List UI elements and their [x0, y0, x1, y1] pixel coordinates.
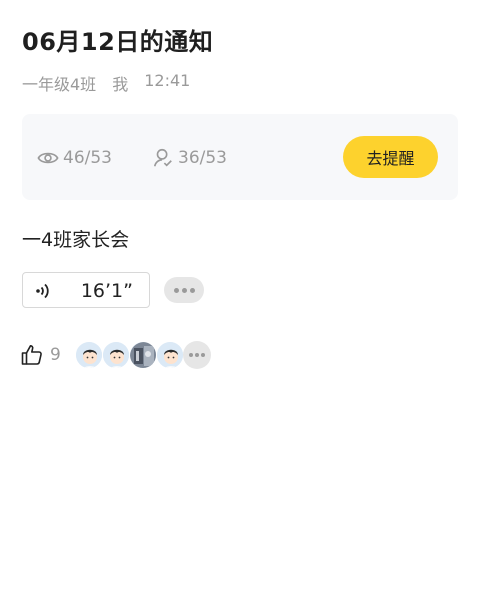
like-count: 9	[50, 345, 61, 365]
notice-meta: 一年级4班 我 12:41	[22, 71, 190, 95]
boy-avatar-icon	[101, 341, 130, 369]
notice-content: 一4班家长会	[22, 229, 130, 251]
liker-avatars[interactable]	[74, 341, 211, 369]
viewed-stat[interactable]: 46/53	[37, 147, 112, 169]
ellipsis-dot	[188, 353, 193, 357]
notice-title: 06月12日的通知	[22, 28, 214, 56]
ellipsis-dot	[181, 287, 187, 293]
sender-name: 我	[112, 75, 129, 94]
confirmed-stat[interactable]: 36/53	[152, 147, 227, 169]
ellipsis-dot	[200, 353, 205, 357]
photo-avatar-icon	[128, 341, 157, 369]
remind-button[interactable]: 去提醒	[343, 136, 438, 178]
post-time: 12:41	[144, 71, 191, 90]
voice-wave-icon	[36, 283, 49, 299]
class-name: 一年级4班	[22, 75, 97, 94]
thumbs-up-icon[interactable]	[20, 343, 44, 367]
user-check-icon	[153, 148, 172, 167]
confirmed-count: 36/53	[178, 148, 227, 168]
voice-duration: 16’1”	[80, 280, 133, 302]
eye-icon	[37, 152, 59, 164]
viewed-count: 46/53	[63, 148, 112, 168]
ellipsis-dot	[189, 287, 195, 293]
read-stats-card: 46/53 36/53 去提醒	[22, 114, 458, 200]
voice-message-player[interactable]: 16’1”	[22, 272, 150, 308]
more-likers-button[interactable]	[182, 341, 211, 369]
boy-avatar-icon	[74, 341, 103, 369]
more-options-button[interactable]	[164, 277, 204, 303]
voice-row: 16’1”	[22, 272, 204, 308]
boy-avatar-icon	[155, 341, 184, 369]
ellipsis-dot	[173, 287, 179, 293]
likes-row: 9	[20, 341, 211, 369]
ellipsis-dot	[194, 353, 199, 357]
